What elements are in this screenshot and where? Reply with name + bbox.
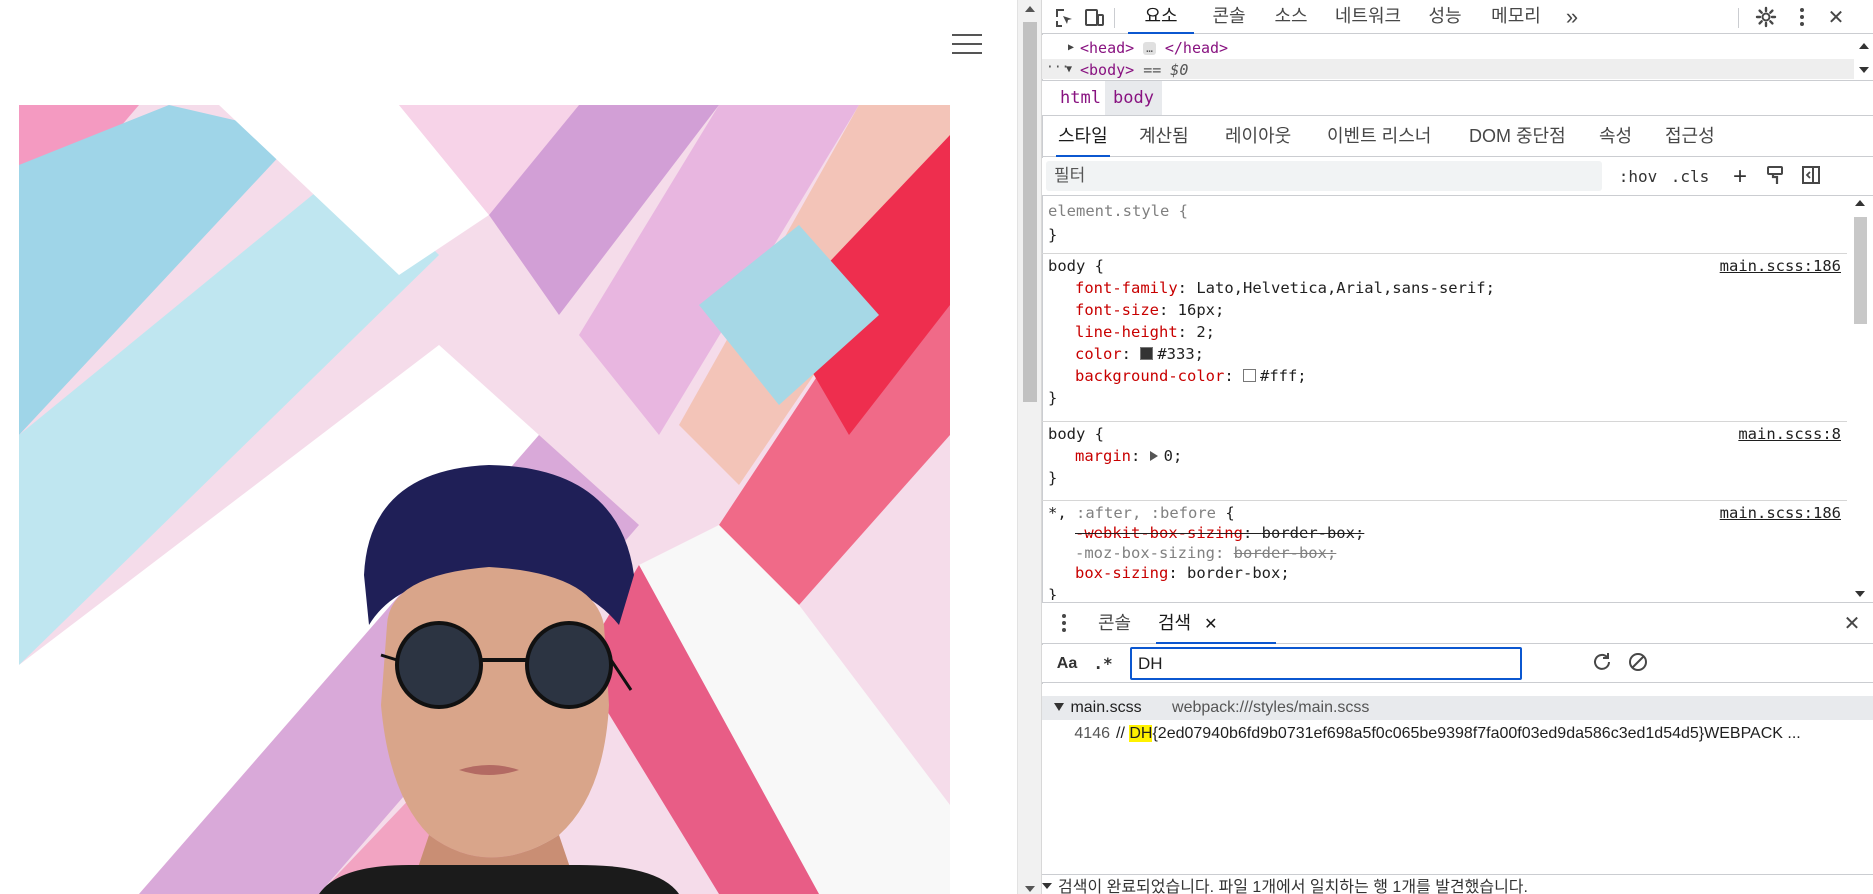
styles-subtabs: 스타일 계산됨 레이아웃 이벤트 리스너 DOM 중단점 속성 접근성 xyxy=(1042,117,1873,157)
rule-source-link[interactable]: main.scss:186 xyxy=(1720,502,1841,524)
rule-selector: body { xyxy=(1048,257,1104,275)
drawer-tab-console[interactable]: 콘솔 xyxy=(1098,603,1131,644)
tab-event-listeners[interactable]: 이벤트 리스너 xyxy=(1327,117,1431,157)
more-tabs-icon[interactable]: » xyxy=(1560,4,1584,29)
result-file-path: webpack:///styles/main.scss xyxy=(1172,699,1370,716)
drawer-tabbar: 콘솔 검색 ✕ ✕ xyxy=(1042,602,1873,644)
css-declaration[interactable]: color: #333; xyxy=(1075,343,1204,365)
tab-accessibility[interactable]: 접근성 xyxy=(1665,117,1715,157)
hover-state-toggle[interactable]: :hov xyxy=(1616,164,1660,190)
tab-layout[interactable]: 레이아웃 xyxy=(1225,117,1291,157)
styles-scrollbar-thumb[interactable] xyxy=(1854,217,1867,324)
devtools-panel: 요소 콘솔 소스 네트워크 성능 메모리 » ✕ ▶ <head> … </he… xyxy=(1042,0,1873,894)
css-declaration[interactable]: background-color: #fff; xyxy=(1075,365,1307,387)
dom-node-head[interactable]: ▶ <head> … </head> xyxy=(1042,37,1854,59)
style-rule-body-186[interactable]: body { main.scss:186 font-family: Lato,H… xyxy=(1042,255,1847,422)
breadcrumb-body[interactable]: body xyxy=(1105,81,1162,115)
css-declaration[interactable]: font-size: 16px; xyxy=(1075,299,1224,321)
match-case-toggle[interactable]: Aa xyxy=(1052,651,1082,677)
result-file-name: main.scss xyxy=(1070,699,1142,716)
inspect-element-icon[interactable] xyxy=(1052,5,1076,29)
tag-head-open: <head> xyxy=(1080,39,1135,57)
css-declaration[interactable]: line-height: 2; xyxy=(1075,321,1215,343)
paint-brush-icon[interactable] xyxy=(1762,164,1788,190)
regex-toggle[interactable]: .* xyxy=(1090,651,1116,677)
device-toolbar-icon[interactable] xyxy=(1082,5,1106,29)
rule-source-link[interactable]: main.scss:8 xyxy=(1738,423,1841,445)
css-declaration[interactable]: box-sizing: border-box; xyxy=(1075,562,1290,584)
kebab-menu-icon[interactable] xyxy=(1790,5,1814,29)
styles-pane: element.style { } body { main.scss:186 f… xyxy=(1042,197,1873,600)
line-number: 4146 xyxy=(1074,725,1110,742)
search-input[interactable] xyxy=(1130,647,1522,680)
expand-triangle-icon[interactable]: ▶ xyxy=(1068,37,1074,59)
search-results: main.scss webpack:///styles/main.scss 41… xyxy=(1042,684,1873,874)
hero-image xyxy=(19,105,950,894)
collapse-arrow-icon[interactable] xyxy=(1042,883,1052,889)
styles-filter-bar: :hov .cls + xyxy=(1042,158,1873,196)
css-declaration-overridden[interactable]: -webkit-box-sizing: border-box; xyxy=(1075,522,1364,544)
tab-styles[interactable]: 스타일 xyxy=(1056,117,1110,157)
result-file-header[interactable]: main.scss webpack:///styles/main.scss xyxy=(1042,696,1873,720)
clear-icon[interactable] xyxy=(1624,651,1652,677)
expand-shorthand-icon[interactable] xyxy=(1149,451,1158,461)
rule-close: } xyxy=(1048,226,1058,244)
drawer-tab-search-label: 검색 xyxy=(1158,613,1192,633)
styles-filter-input[interactable] xyxy=(1046,161,1602,191)
color-swatch[interactable] xyxy=(1140,347,1154,360)
tab-dom-breakpoints[interactable]: DOM 중단점 xyxy=(1469,117,1566,157)
style-rule-universal[interactable]: *, :after, :before { main.scss:186 -webk… xyxy=(1042,502,1847,600)
css-declaration-inactive[interactable]: -moz-box-sizing: border-box; xyxy=(1075,542,1336,564)
dom-tree: ▶ <head> … </head> ··· ▼ <body> == $0 xyxy=(1042,35,1873,79)
rule-source-link[interactable]: main.scss:186 xyxy=(1720,255,1841,277)
dom-scrollbar[interactable] xyxy=(1854,35,1873,79)
search-toolbar: Aa .* xyxy=(1042,645,1873,683)
color-swatch[interactable] xyxy=(1242,369,1256,382)
close-icon[interactable]: ✕ xyxy=(1824,5,1848,29)
page-scrollbar-thumb[interactable] xyxy=(1023,22,1037,402)
css-declaration[interactable]: margin: 0; xyxy=(1075,445,1182,467)
breadcrumb-html[interactable]: html xyxy=(1052,81,1109,115)
tab-properties[interactable]: 속성 xyxy=(1599,117,1632,157)
collapse-triangle-icon[interactable]: ▼ xyxy=(1066,59,1072,79)
match-text: // DH{2ed07940b6fd9b0731ef698a5f0c065be9… xyxy=(1116,725,1801,742)
style-rule-element[interactable]: element.style { } xyxy=(1042,197,1847,254)
close-tab-icon[interactable]: ✕ xyxy=(1204,616,1217,633)
search-match-line[interactable]: 4146 // DH{2ed07940b6fd9b0731ef698a5f0c0… xyxy=(1042,722,1873,746)
hamburger-menu-icon[interactable] xyxy=(952,34,982,56)
style-rule-body-8[interactable]: body { main.scss:8 margin: 0; } xyxy=(1042,423,1847,501)
kebab-menu-icon[interactable] xyxy=(1052,611,1076,635)
selected-marker: == $0 xyxy=(1143,61,1189,79)
tab-performance[interactable]: 성능 xyxy=(1418,0,1472,34)
tab-memory[interactable]: 메모리 xyxy=(1480,0,1552,34)
tab-sources[interactable]: 소스 xyxy=(1264,0,1318,34)
styles-scrollbar[interactable] xyxy=(1847,197,1873,600)
breadcrumb: html body xyxy=(1042,80,1873,116)
close-drawer-icon[interactable]: ✕ xyxy=(1840,611,1864,635)
add-rule-button[interactable]: + xyxy=(1728,164,1752,190)
tag-body-open: <body> xyxy=(1080,61,1135,79)
tab-elements[interactable]: 요소 xyxy=(1128,0,1194,34)
devtools-toolbar: 요소 콘솔 소스 네트워크 성능 메모리 » ✕ xyxy=(1042,0,1873,34)
match-highlight: DH xyxy=(1129,725,1153,742)
dom-node-body[interactable]: ··· ▼ <body> == $0 xyxy=(1042,59,1854,79)
tab-console[interactable]: 콘솔 xyxy=(1202,0,1256,34)
collapsed-content[interactable]: … xyxy=(1143,42,1156,55)
refresh-icon[interactable] xyxy=(1588,651,1616,677)
gear-icon[interactable] xyxy=(1754,5,1778,29)
collapse-triangle-icon[interactable] xyxy=(1054,703,1064,711)
search-status-bar: 검색이 완료되었습니다. 파일 1개에서 일치하는 행 1개를 발견했습니다. xyxy=(1042,874,1873,894)
drawer-tab-search[interactable]: 검색 ✕ xyxy=(1156,603,1276,644)
web-page xyxy=(0,0,1017,894)
rule-selector: body { xyxy=(1048,425,1104,443)
toggle-sidebar-icon[interactable] xyxy=(1798,164,1824,190)
tab-computed[interactable]: 계산됨 xyxy=(1139,117,1189,157)
page-scrollbar[interactable] xyxy=(1017,0,1042,894)
tag-head-close: </head> xyxy=(1164,39,1229,57)
class-toggle[interactable]: .cls xyxy=(1670,164,1710,190)
tab-network[interactable]: 네트워크 xyxy=(1326,0,1410,34)
css-declaration[interactable]: font-family: Lato,Helvetica,Arial,sans-s… xyxy=(1075,277,1495,299)
rule-selector: element.style { xyxy=(1048,202,1188,220)
search-status-text: 검색이 완료되었습니다. 파일 1개에서 일치하는 행 1개를 발견했습니다. xyxy=(1058,879,1528,894)
